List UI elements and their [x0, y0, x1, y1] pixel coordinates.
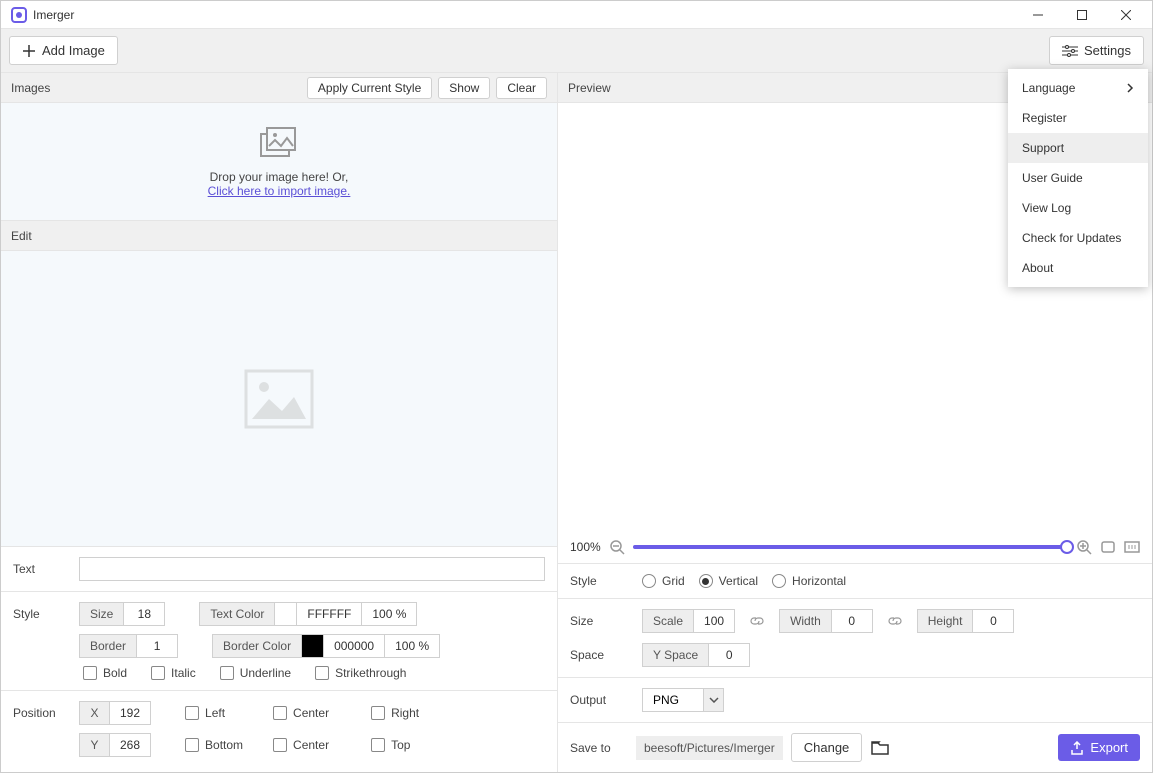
right-checkbox[interactable]: Right [371, 706, 419, 720]
settings-button[interactable]: Settings [1049, 36, 1144, 65]
text-color-field[interactable]: Text Color FFFFFF 100 % [199, 602, 417, 626]
position-label: Position [13, 706, 71, 720]
center-h-checkbox[interactable]: Center [273, 706, 329, 720]
zoom-in-icon[interactable] [1076, 539, 1092, 555]
chevron-right-icon [1126, 83, 1134, 93]
menu-user-guide[interactable]: User Guide [1008, 163, 1148, 193]
menu-register[interactable]: Register [1008, 103, 1148, 133]
text-color-swatch [275, 603, 297, 625]
grid-radio[interactable]: Grid [642, 574, 685, 588]
close-button[interactable] [1104, 1, 1148, 29]
add-image-button[interactable]: Add Image [9, 36, 118, 65]
top-checkbox[interactable]: Top [371, 738, 410, 752]
plus-icon [22, 44, 36, 58]
menu-view-log[interactable]: View Log [1008, 193, 1148, 223]
border-color-swatch [302, 635, 324, 657]
layout-style-label: Style [570, 574, 628, 588]
toolbar: Add Image Settings [1, 29, 1152, 73]
zoom-bar: 100% [558, 531, 1152, 564]
border-color-field[interactable]: Border Color 000000 100 % [212, 634, 440, 658]
yspace-field[interactable]: Y Space 0 [642, 643, 750, 667]
center-v-checkbox[interactable]: Center [273, 738, 329, 752]
text-label: Text [13, 562, 71, 576]
strikethrough-checkbox[interactable]: Strikethrough [315, 666, 406, 680]
actual-size-icon[interactable] [1124, 539, 1140, 555]
menu-check-updates[interactable]: Check for Updates [1008, 223, 1148, 253]
vertical-radio[interactable]: Vertical [699, 574, 758, 588]
border-field[interactable]: Border 1 [79, 634, 178, 658]
scale-field[interactable]: Scale 100 [642, 609, 735, 633]
menu-language[interactable]: Language [1008, 73, 1148, 103]
image-placeholder-icon [244, 369, 314, 429]
images-header: Images Apply Current Style Show Clear [1, 73, 557, 103]
edit-area [1, 251, 557, 547]
import-link[interactable]: Click here to import image. [208, 184, 351, 198]
image-stack-icon [259, 126, 299, 162]
apply-style-button[interactable]: Apply Current Style [307, 77, 432, 99]
size-label: Size [570, 614, 628, 628]
save-path: beesoft/Pictures/Imerger [636, 736, 783, 760]
underline-checkbox[interactable]: Underline [220, 666, 291, 680]
output-label: Output [570, 693, 628, 707]
settings-menu: Language Register Support User Guide Vie… [1008, 69, 1148, 287]
output-format-select[interactable]: PNG [642, 688, 724, 712]
minimize-button[interactable] [1016, 1, 1060, 29]
title-bar: Imerger [1, 1, 1152, 29]
menu-about[interactable]: About [1008, 253, 1148, 283]
zoom-percent: 100% [570, 540, 601, 554]
y-field[interactable]: Y 268 [79, 733, 151, 757]
text-input[interactable] [79, 557, 545, 581]
x-field[interactable]: X 192 [79, 701, 151, 725]
zoom-slider[interactable] [633, 545, 1068, 549]
chevron-down-icon [703, 689, 723, 711]
settings-icon [1062, 45, 1078, 57]
space-label: Space [570, 648, 628, 662]
maximize-button[interactable] [1060, 1, 1104, 29]
left-checkbox[interactable]: Left [185, 706, 225, 720]
zoom-out-icon[interactable] [609, 539, 625, 555]
export-icon [1070, 741, 1084, 755]
drop-message: Drop your image here! Or, [210, 170, 349, 184]
style-label: Style [13, 607, 71, 621]
app-icon [11, 7, 27, 23]
menu-support[interactable]: Support [1008, 133, 1148, 163]
change-button[interactable]: Change [791, 733, 863, 762]
show-button[interactable]: Show [438, 77, 490, 99]
clear-button[interactable]: Clear [496, 77, 547, 99]
edit-header: Edit [1, 221, 557, 251]
fit-icon[interactable] [1100, 539, 1116, 555]
drop-zone[interactable]: Drop your image here! Or, Click here to … [1, 103, 557, 221]
bottom-checkbox[interactable]: Bottom [185, 738, 243, 752]
horizontal-radio[interactable]: Horizontal [772, 574, 846, 588]
link-icon[interactable] [887, 613, 903, 629]
size-field[interactable]: Size 18 [79, 602, 165, 626]
save-to-label: Save to [570, 741, 628, 755]
app-title: Imerger [33, 8, 1016, 22]
export-button[interactable]: Export [1058, 734, 1140, 761]
bold-checkbox[interactable]: Bold [83, 666, 127, 680]
italic-checkbox[interactable]: Italic [151, 666, 196, 680]
link-icon[interactable] [749, 613, 765, 629]
height-field[interactable]: Height 0 [917, 609, 1015, 633]
folder-icon[interactable] [870, 738, 890, 758]
width-field[interactable]: Width 0 [779, 609, 873, 633]
